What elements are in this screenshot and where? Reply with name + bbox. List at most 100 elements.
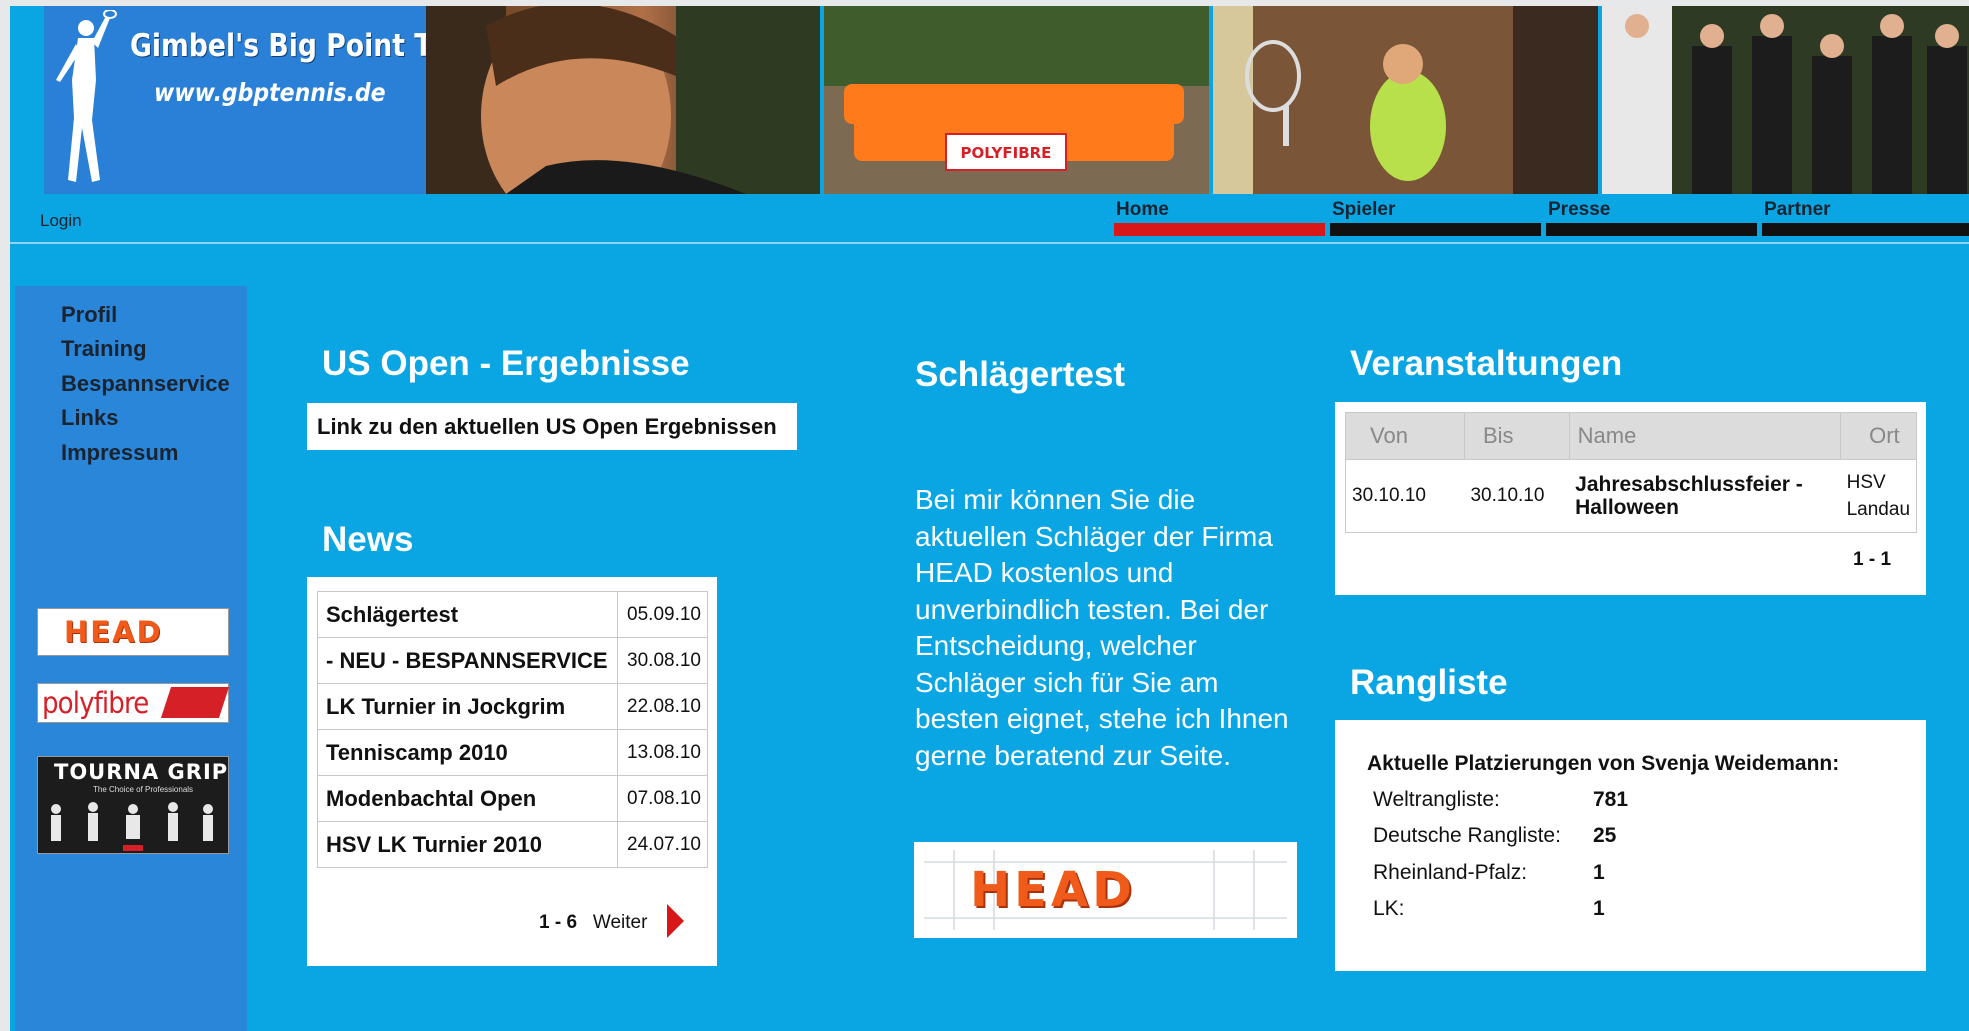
event-row[interactable]: 30.10.10 30.10.10 Jahresabschlussfeier -… xyxy=(1345,459,1917,533)
banner-photo-text: POLYFIBRE xyxy=(961,144,1052,162)
schlaegertest-heading: Schlägertest xyxy=(915,355,1126,394)
event-location: HSV Landau xyxy=(1840,459,1917,533)
ranking-value: 1 xyxy=(1593,897,1605,920)
news-date: 22.08.10 xyxy=(617,683,708,730)
team-image: POLYFIBRE xyxy=(824,6,1209,194)
head-logo-text: HEAD xyxy=(64,615,163,649)
news-pager-range: 1 - 6 xyxy=(539,912,578,933)
head-brand-image[interactable]: HEAD xyxy=(914,842,1297,938)
news-row[interactable]: Tenniscamp 2010 13.08.10 xyxy=(316,729,708,776)
tourna-logo-text: TOURNA GRIP xyxy=(54,760,229,784)
nav-active-indicator xyxy=(1114,223,1325,236)
nav-item-label: Presse xyxy=(1548,199,1611,220)
sidebar-link-bespannservice[interactable]: Bespannservice xyxy=(61,371,230,397)
column-header-ort[interactable]: Ort xyxy=(1840,412,1917,460)
usopen-results-link[interactable]: Link zu den aktuellen US Open Ergebnisse… xyxy=(307,403,797,450)
news-row[interactable]: LK Turnier in Jockgrim 22.08.10 xyxy=(316,683,708,730)
tourna-tagline: The Choice of Professionals xyxy=(93,785,194,794)
header: Gimbel's Big Point Tennis www.gbptennis.… xyxy=(10,6,1969,244)
news-date: 13.08.10 xyxy=(617,729,708,776)
news-title[interactable]: - NEU - BESPANNSERVICE xyxy=(316,637,619,684)
logo-title: Gimbel's Big Point Tennis xyxy=(130,28,436,64)
usopen-heading: US Open - Ergebnisse xyxy=(322,344,690,383)
news-next-link[interactable]: Weiter xyxy=(593,912,648,933)
news-date: 05.09.10 xyxy=(617,591,708,638)
news-table: Schlägertest 05.09.10 - NEU - BESPANNSER… xyxy=(316,591,708,868)
events-pager: 1 - 1 xyxy=(1853,549,1892,570)
ranking-panel: Aktuelle Platzierungen von Svenja Weidem… xyxy=(1335,720,1926,971)
news-date: 24.07.10 xyxy=(617,821,708,868)
news-panel: Schlägertest 05.09.10 - NEU - BESPANNSER… xyxy=(307,577,717,966)
nav-indicator xyxy=(1330,223,1541,236)
ranking-value: 1 xyxy=(1593,861,1605,884)
tourna-players-image xyxy=(51,802,213,851)
head-sponsor-logo[interactable]: HEAD xyxy=(37,608,229,656)
event-to: 30.10.10 xyxy=(1464,459,1570,533)
news-title[interactable]: Modenbachtal Open xyxy=(316,775,619,822)
ranking-value: 25 xyxy=(1593,824,1617,847)
events-table: Von Bis Name Ort 30.10.10 30.10.10 Jahre… xyxy=(1345,412,1917,533)
news-row[interactable]: Schlägertest 05.09.10 xyxy=(316,591,708,638)
column-header-name[interactable]: Name xyxy=(1568,412,1842,460)
tourna-sponsor-logo[interactable]: TOURNA GRIP The Choice of Professionals xyxy=(37,756,229,854)
news-title[interactable]: LK Turnier in Jockgrim xyxy=(316,683,619,730)
polyfibre-mark-icon xyxy=(160,687,230,718)
sidebar-link-training[interactable]: Training xyxy=(61,336,147,362)
schlaegertest-text: Bei mir können Sie die aktuellen Schläge… xyxy=(915,484,1289,771)
polyfibre-logo-text: polyfibre xyxy=(42,686,149,720)
ranking-label: Weltrangliste: xyxy=(1373,788,1500,811)
ranking-heading: Rangliste xyxy=(1350,663,1508,702)
news-date: 07.08.10 xyxy=(617,775,708,822)
ranking-label: Deutsche Rangliste: xyxy=(1373,824,1561,847)
head-image-text: HEAD xyxy=(970,862,1136,918)
sidebar-link-profil[interactable]: Profil xyxy=(61,302,117,328)
ranking-value: 781 xyxy=(1593,788,1629,811)
sidebar: Profil Training Bespannservice Links Imp… xyxy=(15,286,247,1031)
ranking-title: Aktuelle Platzierungen von Svenja Weidem… xyxy=(1367,752,1840,775)
ranking-label: LK: xyxy=(1373,897,1405,920)
news-row[interactable]: Modenbachtal Open 07.08.10 xyxy=(316,775,708,822)
nav-indicator xyxy=(1546,223,1757,236)
portrait-image xyxy=(426,6,820,194)
news-title[interactable]: Schlägertest xyxy=(316,591,619,638)
news-heading: News xyxy=(322,520,414,559)
nav-item-label: Home xyxy=(1116,199,1169,220)
nav-item-spieler[interactable]: Spieler xyxy=(1330,199,1541,236)
events-header-row: Von Bis Name Ort xyxy=(1345,412,1917,460)
sidebar-link-links[interactable]: Links xyxy=(61,405,118,431)
page: Gimbel's Big Point Tennis www.gbptennis.… xyxy=(10,6,1969,1031)
news-date: 30.08.10 xyxy=(617,637,708,684)
banner-photo-team: POLYFIBRE xyxy=(824,6,1209,194)
news-pager: 1 - 6 Weiter xyxy=(539,912,647,934)
player-image xyxy=(1213,6,1598,194)
banner-photo-group xyxy=(1602,6,1969,194)
news-title[interactable]: HSV LK Turnier 2010 xyxy=(316,821,619,868)
news-row[interactable]: HSV LK Turnier 2010 24.07.10 xyxy=(316,821,708,868)
tennis-player-icon xyxy=(56,10,117,182)
banner-photo-portrait xyxy=(426,6,820,194)
nav-item-label: Partner xyxy=(1764,199,1831,220)
group-image xyxy=(1602,6,1969,194)
polyfibre-sponsor-logo[interactable]: polyfibre xyxy=(37,683,230,723)
usopen-link-label: Link zu den aktuellen US Open Ergebnisse… xyxy=(317,414,777,439)
events-heading: Veranstaltungen xyxy=(1350,344,1623,383)
events-panel: Von Bis Name Ort 30.10.10 30.10.10 Jahre… xyxy=(1335,402,1926,595)
sidebar-link-impressum[interactable]: Impressum xyxy=(61,440,178,466)
nav-item-presse[interactable]: Presse xyxy=(1546,199,1757,236)
banner-photo-player xyxy=(1213,6,1598,194)
nav-item-partner[interactable]: Partner xyxy=(1762,199,1969,236)
nav-indicator xyxy=(1762,223,1969,236)
news-row[interactable]: - NEU - BESPANNSERVICE 30.08.10 xyxy=(316,637,708,684)
login-link[interactable]: Login xyxy=(40,211,82,231)
event-from: 30.10.10 xyxy=(1345,459,1465,533)
next-arrow-icon[interactable] xyxy=(667,904,684,938)
nav-item-label: Spieler xyxy=(1332,199,1396,220)
logo-url: www.gbptennis.de xyxy=(154,78,386,107)
column-header-von[interactable]: Von xyxy=(1345,412,1465,460)
news-title[interactable]: Tenniscamp 2010 xyxy=(316,729,619,776)
column-header-bis[interactable]: Bis xyxy=(1463,412,1570,460)
event-name[interactable]: Jahresabschlussfeier - Halloween xyxy=(1569,459,1841,533)
site-logo[interactable]: Gimbel's Big Point Tennis www.gbptennis.… xyxy=(44,6,436,194)
nav-item-home[interactable]: Home xyxy=(1114,199,1325,236)
ranking-label: Rheinland-Pfalz: xyxy=(1373,861,1528,884)
